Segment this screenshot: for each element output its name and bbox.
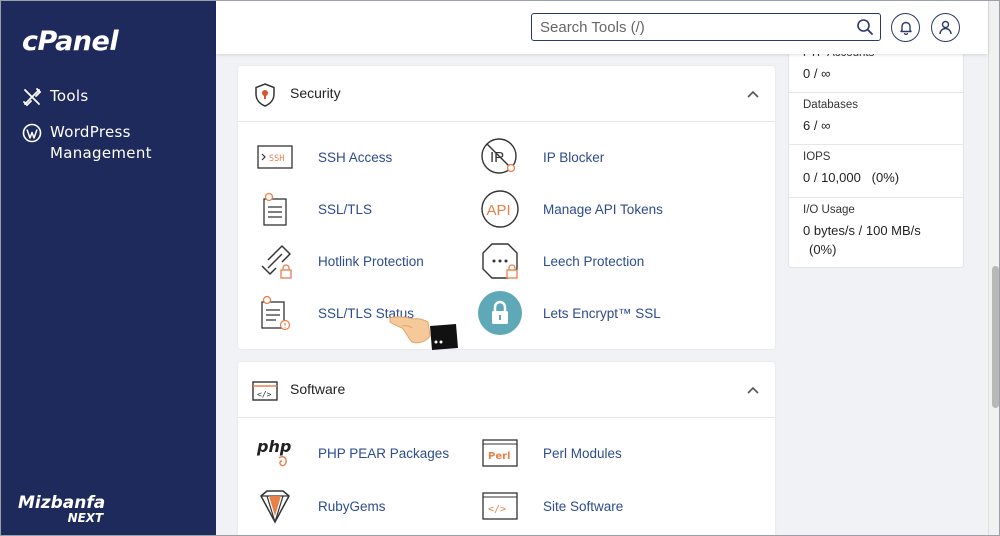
tool-label: RubyGems — [318, 498, 386, 514]
svg-text:</>: </> — [488, 504, 506, 515]
tool-manage-api-tokens[interactable]: API Manage API Tokens — [478, 187, 663, 231]
chevron-up-icon[interactable] — [745, 382, 761, 398]
ssl-status-icon — [261, 295, 291, 331]
stat-iops: IOPS 0 / 10,000 (0%) — [789, 145, 963, 198]
notifications-button[interactable] — [891, 13, 920, 42]
svg-text:php: php — [256, 437, 291, 456]
svg-text:Perl: Perl — [488, 451, 510, 462]
sidebar-item-wordpress[interactable]: WordPress Management — [22, 122, 160, 164]
certificate-icon — [263, 192, 287, 226]
tool-label: PHP PEAR Packages — [318, 445, 450, 461]
stat-io-usage: I/O Usage 0 bytes/s / 100 MB/s (0%) — [803, 204, 921, 257]
tool-lets-encrypt-ssl[interactable]: Lets Encrypt™ SSL — [478, 291, 661, 335]
bell-icon — [899, 21, 912, 35]
sidebar-item-label: WordPress Management — [50, 123, 152, 162]
search-icon[interactable] — [856, 18, 874, 36]
security-section: Security SSH SSH Access IP IP Blocker SS… — [238, 66, 775, 349]
tool-site-software[interactable]: </> Site Software — [478, 484, 623, 528]
php-icon: php — [256, 437, 291, 467]
tool-perl-modules[interactable]: Perl Perl Modules — [478, 431, 622, 475]
stats-panel: FTP Accounts 0 / ∞ Databases 6 / ∞ IOPS … — [788, 40, 964, 268]
user-icon — [939, 20, 952, 35]
tool-rubygems[interactable]: RubyGems — [253, 484, 386, 528]
search-box[interactable] — [531, 13, 881, 41]
api-icon: API — [481, 190, 519, 228]
software-window-icon: </> — [252, 381, 278, 401]
tool-label: Perl Modules — [543, 445, 622, 461]
scrollbar-thumb[interactable] — [992, 266, 999, 408]
section-title: Security — [290, 85, 341, 101]
tool-label: Leech Protection — [543, 253, 645, 269]
svg-text:IP: IP — [490, 149, 504, 166]
sidebar-item-label: Tools — [50, 87, 89, 105]
tool-label: Hotlink Protection — [318, 253, 424, 269]
stat-databases: Databases 6 / ∞ — [789, 93, 963, 145]
tool-label: IP Blocker — [543, 149, 605, 165]
svg-text:</>: </> — [257, 390, 272, 399]
security-shield-icon — [255, 83, 275, 107]
tools-icon — [23, 88, 42, 107]
tool-hotlink-protection[interactable]: Hotlink Protection — [253, 239, 424, 283]
brand-logo: Mizbanfa NEXT — [18, 493, 106, 525]
chevron-up-icon[interactable] — [745, 86, 761, 102]
tool-php-pear-packages[interactable]: php PHP PEAR Packages — [253, 431, 449, 475]
sidebar-item-tools[interactable]: Tools — [22, 86, 88, 107]
wordpress-icon — [22, 123, 42, 143]
page-scrollbar[interactable] — [988, 0, 1000, 536]
hotlink-icon — [261, 245, 292, 279]
tool-label: SSL/TLS — [318, 201, 373, 217]
tool-ip-blocker[interactable]: IP IP Blocker — [478, 135, 604, 179]
software-section: </> Software php PHP PEAR Packages Perl … — [238, 362, 775, 536]
ip-blocker-icon: IP — [481, 138, 517, 174]
tool-ssh-access[interactable]: SSH SSH Access — [253, 135, 392, 179]
ruby-icon — [260, 490, 290, 524]
svg-text:API: API — [487, 202, 511, 219]
leech-icon — [482, 243, 518, 279]
pointing-hand-cursor — [389, 316, 458, 350]
software-header[interactable]: </> Software — [238, 362, 775, 418]
site-software-icon: </> — [482, 492, 518, 520]
tool-leech-protection[interactable]: Leech Protection — [478, 239, 644, 283]
perl-icon: Perl — [482, 439, 518, 467]
sidebar: cPanel Tools WordPress Management Mizban… — [0, 0, 216, 536]
tool-ssl-tls[interactable]: SSL/TLS — [253, 187, 372, 231]
lock-icon — [478, 291, 522, 335]
tool-label: Lets Encrypt™ SSL — [543, 305, 661, 321]
user-menu-button[interactable] — [931, 13, 960, 42]
search-input[interactable] — [532, 14, 832, 40]
topbar — [216, 0, 988, 54]
section-title: Software — [290, 381, 346, 397]
tool-label: Manage API Tokens — [543, 201, 663, 217]
security-header[interactable]: Security — [238, 66, 775, 122]
tool-label: SSH Access — [318, 149, 393, 165]
tool-label: Site Software — [543, 498, 624, 514]
ssh-icon: SSH — [257, 145, 293, 169]
svg-text:SSH: SSH — [269, 154, 284, 164]
cpanel-logo[interactable]: cPanel — [22, 26, 119, 57]
